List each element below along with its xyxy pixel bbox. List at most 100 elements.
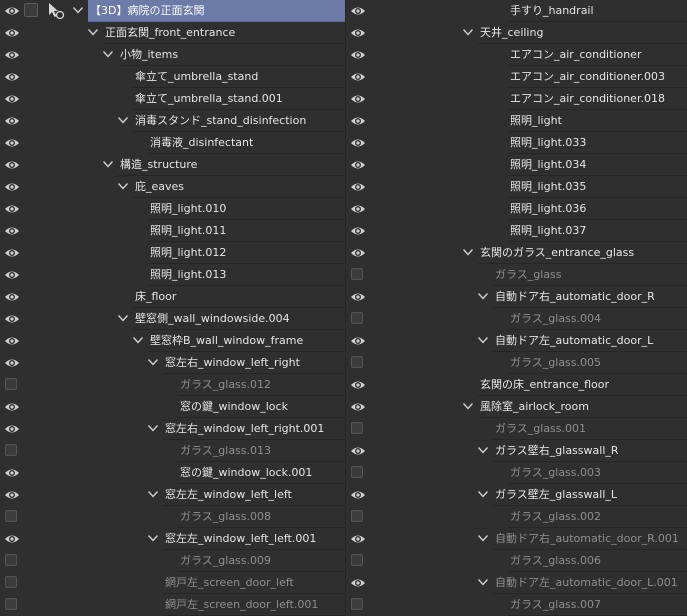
eye-icon[interactable] (350, 224, 366, 238)
layer-row[interactable]: 照明_light.010 (0, 198, 345, 220)
layer-row[interactable]: ガラス壁左_glasswall_L (346, 484, 687, 506)
layer-row[interactable]: ガラス_glass.009 (0, 550, 345, 572)
layer-row[interactable]: 照明_light.037 (346, 220, 687, 242)
chevron-down-icon[interactable] (147, 532, 159, 544)
layer-row[interactable]: 窓の鍵_window_lock.001 (0, 462, 345, 484)
eye-icon[interactable] (350, 246, 366, 260)
eye-icon[interactable] (350, 400, 366, 414)
eye-icon[interactable] (4, 136, 20, 150)
chevron-down-icon[interactable] (477, 532, 489, 544)
layer-row[interactable]: 消毒スタンド_stand_disinfection (0, 110, 345, 132)
visibility-toggle-hidden[interactable] (351, 598, 363, 610)
layer-row[interactable]: ガラス_glass.007 (346, 594, 687, 616)
layer-row[interactable]: 構造_structure (0, 154, 345, 176)
eye-icon[interactable] (350, 180, 366, 194)
eye-icon[interactable] (4, 466, 20, 480)
eye-icon[interactable] (4, 356, 20, 370)
layer-row[interactable]: 照明_light.013 (0, 264, 345, 286)
layer-row[interactable]: ガラス_glass.012 (0, 374, 345, 396)
layer-row[interactable]: 照明_light.012 (0, 242, 345, 264)
eye-icon[interactable] (350, 4, 366, 18)
eye-icon[interactable] (4, 422, 20, 436)
chevron-down-icon[interactable] (477, 290, 489, 302)
eye-icon[interactable] (4, 488, 20, 502)
layer-row[interactable]: 小物_items (0, 44, 345, 66)
chevron-down-icon[interactable] (147, 356, 159, 368)
eye-icon[interactable] (4, 224, 20, 238)
visibility-toggle-hidden[interactable] (351, 312, 363, 324)
chevron-down-icon[interactable] (147, 422, 159, 434)
chevron-down-icon[interactable] (117, 114, 129, 126)
layer-row[interactable]: 照明_light.034 (346, 154, 687, 176)
eye-icon[interactable] (4, 246, 20, 260)
visibility-toggle-hidden[interactable] (5, 444, 17, 456)
layer-row[interactable]: ガラス_glass.005 (346, 352, 687, 374)
layer-row[interactable]: エアコン_air_conditioner.018 (346, 88, 687, 110)
eye-icon[interactable] (4, 26, 20, 40)
eye-icon[interactable] (350, 158, 366, 172)
layer-row[interactable]: ガラス_glass.001 (346, 418, 687, 440)
chevron-down-icon[interactable] (102, 158, 114, 170)
eye-icon[interactable] (350, 92, 366, 106)
chevron-down-icon[interactable] (87, 26, 99, 38)
eye-icon[interactable] (350, 290, 366, 304)
visibility-toggle-hidden[interactable] (351, 554, 363, 566)
visibility-toggle-hidden[interactable] (351, 268, 363, 280)
layer-lock-checkbox[interactable] (24, 3, 38, 17)
layer-row[interactable]: ガラス_glass.004 (346, 308, 687, 330)
eye-icon[interactable] (4, 48, 20, 62)
eye-icon[interactable] (4, 92, 20, 106)
chevron-down-icon[interactable] (117, 180, 129, 192)
visibility-toggle-hidden[interactable] (5, 510, 17, 522)
eye-icon[interactable] (350, 114, 366, 128)
chevron-down-icon[interactable] (477, 444, 489, 456)
layer-row[interactable]: 窓左右_window_left_right (0, 352, 345, 374)
layer-row[interactable]: エアコン_air_conditioner.003 (346, 66, 687, 88)
eye-icon[interactable] (350, 70, 366, 84)
visibility-toggle-hidden[interactable] (5, 598, 17, 610)
visibility-toggle-hidden[interactable] (5, 554, 17, 566)
chevron-down-icon[interactable] (477, 576, 489, 588)
layer-row[interactable]: 手すり_handrail (346, 0, 687, 22)
eye-icon[interactable] (4, 4, 20, 18)
eye-icon[interactable] (350, 532, 366, 546)
layer-row[interactable]: 傘立て_umbrella_stand (0, 66, 345, 88)
layer-row[interactable]: 傘立て_umbrella_stand.001 (0, 88, 345, 110)
layer-row[interactable]: 玄関の床_entrance_floor (346, 374, 687, 396)
chevron-down-icon[interactable] (147, 488, 159, 500)
layer-row[interactable]: ガラス_glass.008 (0, 506, 345, 528)
visibility-toggle-hidden[interactable] (351, 510, 363, 522)
eye-icon[interactable] (350, 444, 366, 458)
eye-icon[interactable] (4, 202, 20, 216)
layer-row[interactable]: ガラス_glass.003 (346, 462, 687, 484)
eye-icon[interactable] (350, 576, 366, 590)
layer-row[interactable]: ガラス_glass.002 (346, 506, 687, 528)
layer-row[interactable]: 【3D】病院の正面玄関 (0, 0, 345, 22)
layer-row[interactable]: ガラス_glass (346, 264, 687, 286)
chevron-down-icon[interactable] (117, 312, 129, 324)
chevron-down-icon[interactable] (102, 48, 114, 60)
eye-icon[interactable] (350, 334, 366, 348)
eye-icon[interactable] (350, 136, 366, 150)
layer-row[interactable]: 自動ドア右_automatic_door_R.001 (346, 528, 687, 550)
eye-icon[interactable] (4, 400, 20, 414)
visibility-toggle-hidden[interactable] (351, 422, 363, 434)
layer-row[interactable]: 照明_light.011 (0, 220, 345, 242)
layer-row[interactable]: 玄関のガラス_entrance_glass (346, 242, 687, 264)
chevron-down-icon[interactable] (462, 246, 474, 258)
layer-row[interactable]: 風除室_airlock_room (346, 396, 687, 418)
eye-icon[interactable] (4, 180, 20, 194)
layer-row[interactable]: 窓の鍵_window_lock (0, 396, 345, 418)
layer-row[interactable]: 窓左左_window_left_left.001 (0, 528, 345, 550)
visibility-toggle-hidden[interactable] (5, 378, 17, 390)
chevron-down-icon[interactable] (477, 488, 489, 500)
layer-row[interactable]: 庇_eaves (0, 176, 345, 198)
eye-icon[interactable] (350, 488, 366, 502)
layer-row[interactable]: 消毒液_disinfectant (0, 132, 345, 154)
layer-row[interactable]: 窓左左_window_left_left (0, 484, 345, 506)
layer-row[interactable]: 自動ドア左_automatic_door_L.001 (346, 572, 687, 594)
layer-row[interactable]: ガラス壁右_glasswall_R (346, 440, 687, 462)
layer-row[interactable]: ガラス_glass.006 (346, 550, 687, 572)
layer-row[interactable]: 網戸左_screen_door_left (0, 572, 345, 594)
layer-row[interactable]: 自動ドア右_automatic_door_R (346, 286, 687, 308)
